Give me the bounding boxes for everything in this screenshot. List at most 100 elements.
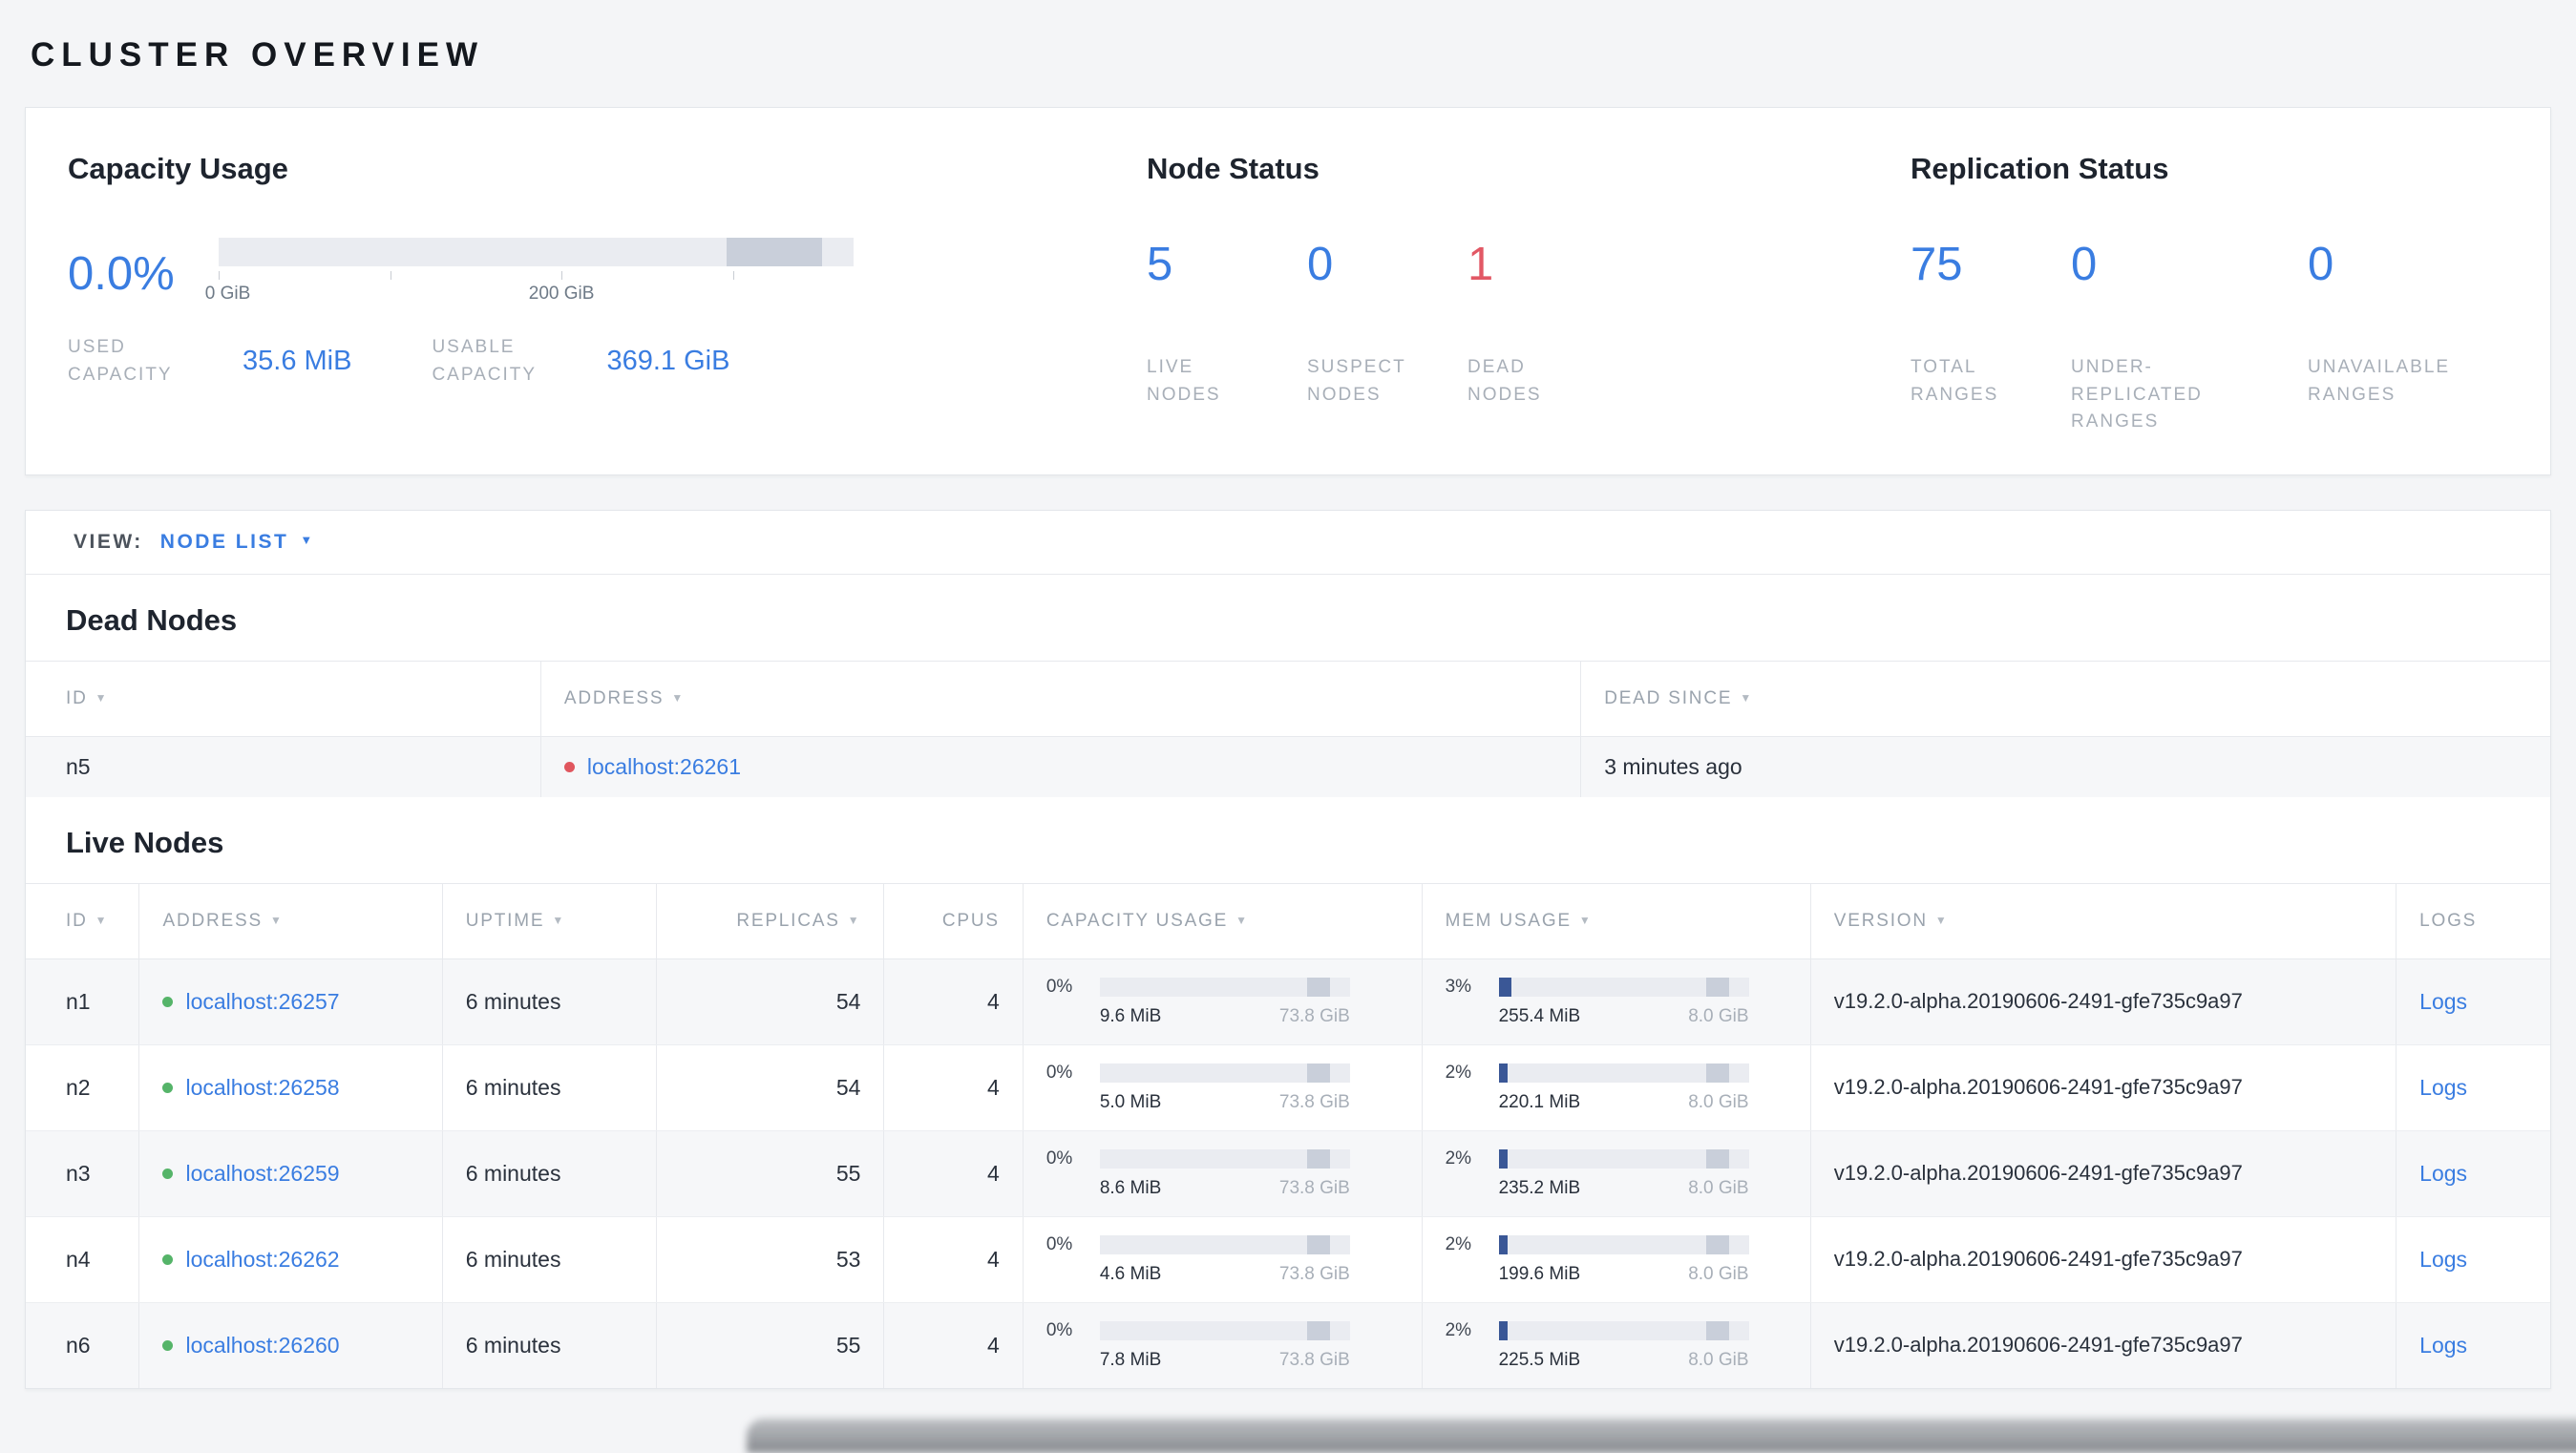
table-row: n5 localhost:26261 3 minutes ago — [26, 736, 2550, 797]
node-address-link[interactable]: localhost:26259 — [185, 1161, 339, 1187]
capacity-total: 73.8 GiB — [1278, 1263, 1350, 1284]
logs-link[interactable]: Logs — [2419, 1333, 2467, 1358]
under-replicated-ranges-label: UNDER-REPLICATED RANGES — [2071, 357, 2203, 432]
bar-segment — [1706, 1063, 1729, 1083]
node-id: n3 — [66, 1160, 91, 1186]
node-address-link[interactable]: localhost:26261 — [587, 754, 741, 780]
sort-icon — [88, 911, 109, 931]
column-label: CAPACITY USAGE — [1045, 910, 1229, 931]
bar-segment — [1307, 1320, 1330, 1340]
bar-segment — [1706, 1148, 1729, 1169]
column-header-capacity-usage[interactable]: CAPACITY USAGE — [1022, 882, 1423, 959]
mem-usage-cell: 2% 225.5 MiB 8.0 GiB — [1446, 1320, 1749, 1371]
capacity-used: 8.6 MiB — [1099, 1177, 1162, 1198]
capacity-bar-segment — [727, 238, 822, 266]
replicas-value: 53 — [835, 1246, 861, 1272]
mem-percent: 2% — [1445, 1062, 1472, 1083]
node-address-link[interactable]: localhost:26258 — [185, 1075, 339, 1101]
replication-status-panel: Replication Status 75 TOTAL RANGES 0 UND… — [1911, 152, 2508, 436]
summary-card: Capacity Usage 0.0% 0 GiB 200 GiB USED C… — [25, 107, 2551, 475]
usable-capacity-stat: USABLE CAPACITY 369.1 GiB — [432, 334, 729, 389]
column-header-address[interactable]: ADDRESS — [539, 660, 1581, 737]
node-id: n1 — [66, 988, 91, 1014]
column-header-id[interactable]: ID — [26, 882, 139, 959]
live-nodes-count: 5 — [1147, 239, 1173, 290]
column-label: ADDRESS — [563, 687, 665, 708]
bar-fill — [1498, 1148, 1508, 1169]
node-id: n2 — [66, 1074, 91, 1100]
column-label: DEAD SINCE — [1604, 687, 1733, 708]
mem-total: 8.0 GiB — [1688, 1177, 1749, 1198]
node-live-status-icon — [162, 1339, 174, 1351]
version-value: v19.2.0-alpha.20190606-2491-gfe735c9a97 — [1833, 1333, 2243, 1357]
node-address-link[interactable]: localhost:26260 — [185, 1333, 339, 1358]
bar-segment — [1307, 1234, 1330, 1254]
mem-bar — [1498, 1063, 1749, 1083]
under-replicated-ranges-count: 0 — [2071, 239, 2098, 290]
bar-segment — [1307, 977, 1330, 997]
table-row: n3 localhost:26259 6 minutes 55 4 0% 8.6… — [26, 1130, 2550, 1217]
table-row: n1 localhost:26257 6 minutes 54 4 0% 9.6… — [26, 958, 2550, 1045]
mem-bar — [1498, 1234, 1749, 1254]
column-header-uptime[interactable]: UPTIME — [441, 882, 657, 959]
column-header-logs: LOGS — [2396, 882, 2550, 959]
column-label: MEM USAGE — [1445, 910, 1572, 931]
bar-fill — [1498, 977, 1511, 997]
mem-usage-cell: 2% 220.1 MiB 8.0 GiB — [1446, 1063, 1749, 1113]
node-address-link[interactable]: localhost:26257 — [185, 989, 339, 1015]
node-status-panel: Node Status 5 LIVE NODES 0 SUSPECT NODES… — [1147, 152, 1911, 436]
logs-link[interactable]: Logs — [2419, 1075, 2467, 1100]
used-capacity-stat: USED CAPACITY 35.6 MiB — [68, 334, 351, 389]
dead-since-value: 3 minutes ago — [1604, 753, 1742, 779]
capacity-percent: 0% — [1045, 1062, 1073, 1083]
axis-tick-label: 200 GiB — [528, 284, 595, 304]
unavailable-ranges-stat: 0 UNAVAILABLE RANGES — [2308, 238, 2468, 436]
node-dead-status-icon — [563, 761, 575, 772]
dead-nodes-label: DEAD NODES — [1467, 357, 1542, 405]
column-header-version[interactable]: VERSION — [1809, 882, 2397, 959]
replicas-value: 54 — [835, 1074, 861, 1100]
bar-fill — [1498, 1063, 1508, 1083]
bar-fill — [1498, 1320, 1508, 1340]
replicas-value: 55 — [835, 1160, 861, 1186]
page-title: CLUSTER OVERVIEW — [31, 36, 485, 74]
column-header-id[interactable]: ID — [26, 660, 541, 737]
capacity-bar-chart: 0 GiB 200 GiB — [205, 238, 854, 309]
column-header-address[interactable]: ADDRESS — [138, 882, 443, 959]
table-header-row: ID ADDRESS UPTIME REPLICAS CPUS CAPACITY… — [26, 882, 2550, 959]
bar-fill — [1498, 1234, 1508, 1254]
capacity-usage-panel: Capacity Usage 0.0% 0 GiB 200 GiB USED C… — [68, 152, 1147, 436]
sort-icon — [263, 911, 284, 931]
bar-segment — [1706, 1234, 1729, 1254]
logs-link[interactable]: Logs — [2419, 989, 2467, 1014]
sort-icon — [88, 688, 109, 708]
mem-percent: 2% — [1445, 1319, 1472, 1340]
column-header-dead-since[interactable]: DEAD SINCE — [1580, 660, 2550, 737]
logs-link[interactable]: Logs — [2419, 1161, 2467, 1186]
capacity-used: 4.6 MiB — [1099, 1263, 1162, 1284]
background-window-edge — [747, 1419, 2576, 1453]
bar-segment — [1706, 1320, 1729, 1340]
column-header-replicas[interactable]: REPLICAS — [656, 882, 884, 959]
capacity-usage-cell: 0% 7.8 MiB 73.8 GiB — [1046, 1320, 1350, 1371]
unavailable-ranges-count: 0 — [2308, 239, 2334, 290]
logs-link[interactable]: Logs — [2419, 1247, 2467, 1272]
live-nodes-table: ID ADDRESS UPTIME REPLICAS CPUS CAPACITY… — [26, 882, 2550, 1388]
mem-total: 8.0 GiB — [1688, 1263, 1749, 1284]
mem-total: 8.0 GiB — [1688, 1349, 1749, 1370]
mem-percent: 2% — [1445, 1148, 1472, 1169]
node-address-link[interactable]: localhost:26262 — [185, 1247, 339, 1273]
column-header-mem-usage[interactable]: MEM USAGE — [1421, 882, 1811, 959]
version-value: v19.2.0-alpha.20190606-2491-gfe735c9a97 — [1833, 989, 2243, 1013]
total-ranges-count: 75 — [1911, 239, 1963, 290]
capacity-total: 73.8 GiB — [1278, 1091, 1350, 1112]
capacity-bar — [1099, 977, 1350, 997]
capacity-bar — [219, 238, 854, 266]
version-value: v19.2.0-alpha.20190606-2491-gfe735c9a97 — [1833, 1075, 2243, 1099]
column-label: ID — [66, 687, 88, 708]
view-mode-dropdown[interactable]: NODE LIST — [160, 531, 312, 554]
capacity-used: 7.8 MiB — [1099, 1349, 1162, 1370]
column-label: CPUS — [941, 910, 1000, 931]
capacity-percent: 0.0% — [68, 247, 175, 300]
capacity-bar — [1099, 1148, 1350, 1169]
